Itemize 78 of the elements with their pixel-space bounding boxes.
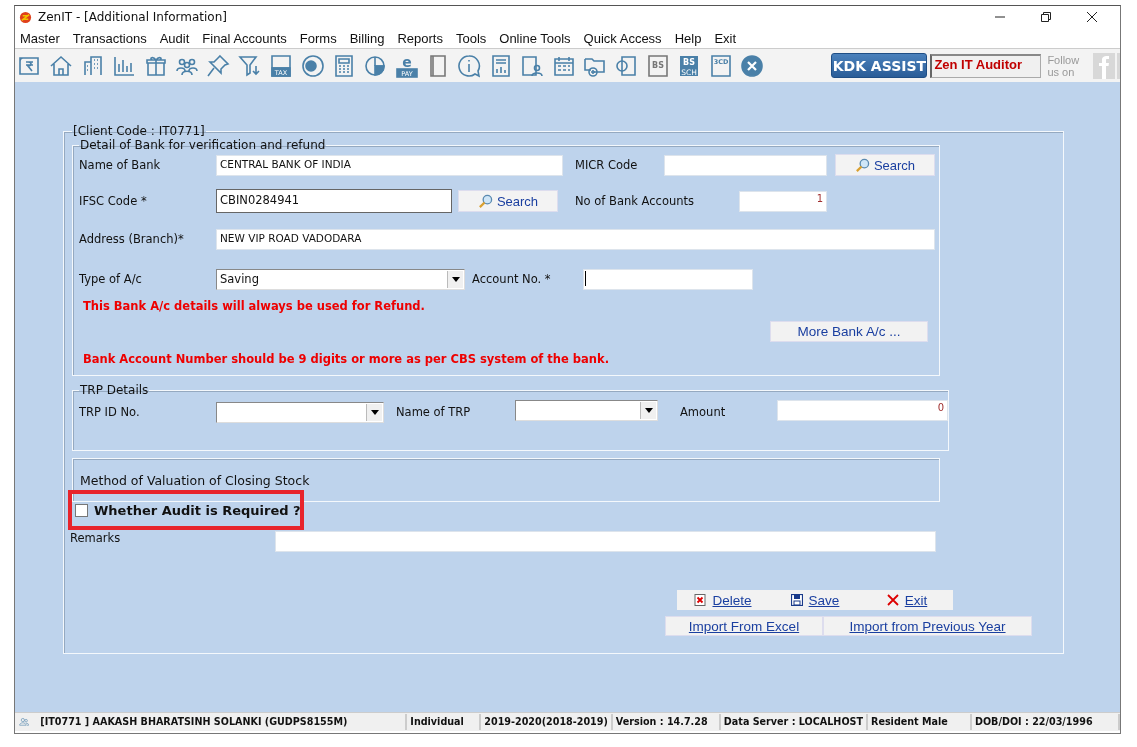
bank-name-field[interactable]: CENTRAL BANK OF INDIA [216, 154, 563, 176]
menu-item[interactable]: Help [674, 30, 702, 46]
pin-icon[interactable] [206, 53, 231, 78]
import-button[interactable]: Import from Previous Year [823, 616, 1032, 636]
field-label: Name of Bank [79, 158, 162, 172]
disc-icon[interactable] [300, 53, 325, 78]
status-bar-cell: Resident Male [868, 714, 972, 730]
menu-item[interactable]: Quick Access [583, 30, 662, 46]
home-icon[interactable] [49, 53, 74, 78]
import-button[interactable]: Import From Excel [665, 616, 823, 636]
menu-item[interactable]: Online Tools [499, 30, 571, 46]
dropdown-arrow-icon [451, 276, 460, 282]
more-bank-accounts-button[interactable]: More Bank A/c ... [770, 321, 928, 342]
auditor-field: Zen IT Auditor [930, 53, 1042, 78]
search-button[interactable]: Search [835, 154, 935, 176]
status-bar-cell: Individual [407, 714, 482, 730]
bs-icon[interactable]: BS [645, 53, 670, 78]
trp-group-title: TRP Details [79, 383, 150, 397]
filter-icon[interactable] [237, 53, 262, 78]
menu-item[interactable]: Final Accounts [202, 30, 287, 46]
remarks-label: Remarks [70, 531, 122, 545]
client-code: [Client Code : IT0771] [72, 124, 206, 138]
status-bar-cell: Data Server : LOCALHOST [720, 714, 868, 730]
closing-stock-label: Method of Valuation of Closing Stock [80, 472, 310, 488]
status-bar-cell: Version : 14.7.28 [612, 714, 721, 730]
info-icon[interactable] [457, 53, 482, 78]
dropdown-arrow-icon [644, 407, 653, 413]
remarks-field[interactable] [275, 530, 936, 552]
field-label: TRP ID No. [79, 405, 141, 419]
account-type-dropdown[interactable]: Saving [216, 268, 465, 290]
address-field[interactable]: NEW VIP ROAD VADODARA [216, 228, 935, 250]
delete-icon [694, 594, 707, 606]
field-label: IFSC Code * [79, 194, 148, 208]
pie-icon[interactable] [363, 53, 388, 78]
field-label: Name of TRP [396, 405, 472, 419]
search-button[interactable]: Search [458, 190, 558, 212]
close-icon [886, 594, 899, 606]
menu-item[interactable]: Transactions [72, 30, 147, 46]
status-bar-cell: DOB/DOI : 22/03/1996 [972, 714, 1120, 730]
close-icon[interactable] [1086, 11, 1098, 23]
menu-item[interactable]: Forms [299, 30, 337, 46]
status-bar-cell: 2019-2020(2018-2019) [481, 714, 613, 730]
audit-required-label: Whether Audit is Required ? [94, 502, 301, 518]
account-digits-note: Bank Account Number should be 9 digits or more as per CBS system of the bank. [83, 352, 610, 366]
account-number-field[interactable] [583, 268, 753, 290]
menu-item[interactable]: Reports [397, 30, 443, 46]
restore-icon[interactable] [1040, 11, 1052, 23]
menu-item[interactable]: Exit [714, 30, 737, 46]
menu-item[interactable]: Tools [455, 30, 487, 46]
search-icon [477, 193, 493, 209]
field-label: Amount [680, 405, 727, 419]
copy-icon[interactable] [614, 53, 639, 78]
ifsc-code-field[interactable]: CBIN0284941 [216, 189, 452, 213]
follow-text: Follow us on [1047, 53, 1081, 78]
field-label: No of Bank Accounts [575, 194, 695, 208]
trp-id-dropdown[interactable] [216, 401, 384, 423]
dropdown-arrow-icon [370, 409, 379, 415]
bank-accounts-count-field[interactable]: 1 [739, 190, 827, 212]
user-doc-icon[interactable] [520, 53, 545, 78]
field-label: Address (Branch)* [79, 232, 185, 246]
menu-item[interactable]: Master [20, 30, 60, 46]
menu-item[interactable]: Billing [349, 30, 385, 46]
micr-code-field[interactable] [664, 154, 827, 176]
users-icon [19, 715, 30, 729]
bank-group-title: Detail of Bank for verification and refund [79, 138, 327, 152]
window-title: ZenIT - [Additional Information] [38, 10, 227, 24]
field-label: Type of A/c [79, 272, 143, 286]
app-logo-icon [19, 10, 32, 24]
field-label: MICR Code [575, 158, 639, 172]
field-label: Account No. * [472, 272, 552, 286]
amount-field[interactable]: 0 [777, 399, 948, 421]
search-icon [854, 157, 870, 173]
audit-checkbox[interactable] [75, 503, 88, 517]
menu-item[interactable]: Audit [159, 30, 190, 46]
kdk-assist-button[interactable]: KDK ASSIST [831, 53, 928, 78]
trp-name-dropdown[interactable] [515, 399, 658, 421]
refund-note: This Bank A/c details will always be used for Refund. [83, 299, 426, 313]
status-bar-cell: [IT0771 ] AAKASH BHARATSINH SOLANKI (GUDPS8155M) [37, 714, 408, 730]
